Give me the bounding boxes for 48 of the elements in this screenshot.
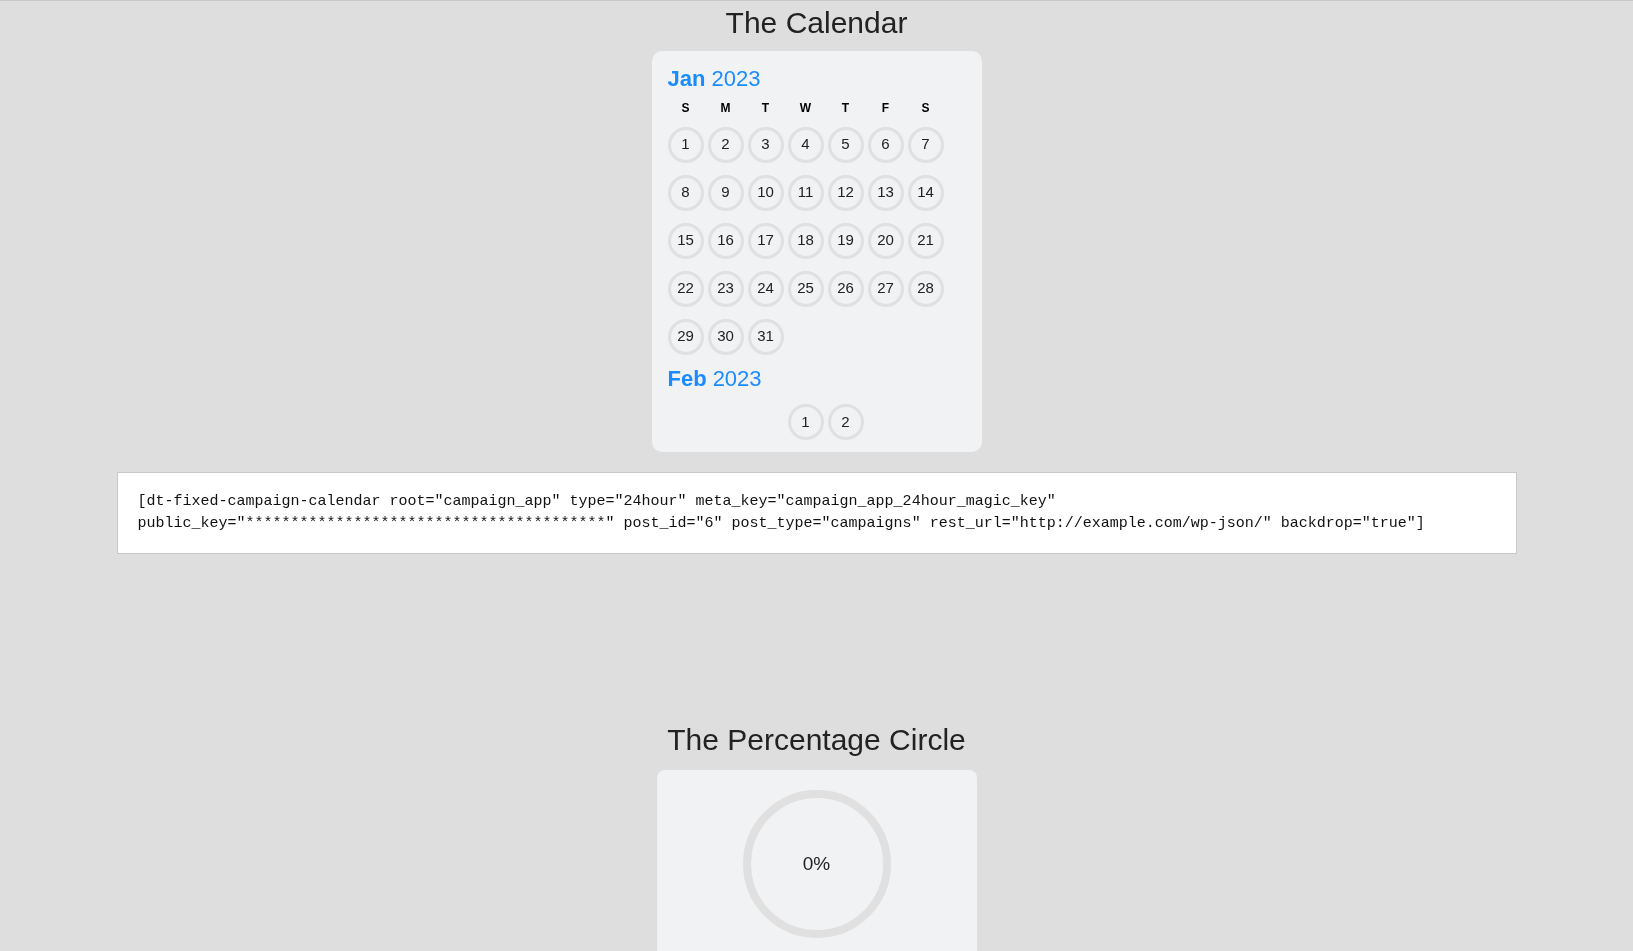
calendar-day[interactable]: 20 xyxy=(867,222,904,259)
calendar-day[interactable]: 23 xyxy=(707,270,744,307)
calendar-day[interactable]: 18 xyxy=(787,222,824,259)
calendar-day[interactable]: 12 xyxy=(827,174,864,211)
weekday-label: S xyxy=(680,99,691,117)
calendar-day[interactable]: 29 xyxy=(667,318,704,355)
calendar-day[interactable]: 2 xyxy=(827,404,864,440)
calendar-day[interactable]: 28 xyxy=(907,270,944,307)
shortcode-text: [dt-fixed-campaign-calendar root="campaign_app" type="24hour" meta_key="campaign_app_24hour_magic_key" public_key="****************************************" post_id="6" post_type="campaigns" rest_url="http://example.com/wp-json/" backdrop="true"] xyxy=(137,492,1426,534)
section-title: The Calendar xyxy=(725,5,908,41)
section-title: The Percentage Circle xyxy=(667,722,966,758)
calendar-day[interactable]: 22 xyxy=(667,270,704,307)
calendar-day[interactable]: 10 xyxy=(747,174,784,211)
calendar-day[interactable]: 31 xyxy=(747,318,784,355)
calendar-day[interactable]: 17 xyxy=(747,222,784,259)
calendar-day[interactable]: 21 xyxy=(907,222,944,259)
calendar-day[interactable]: 16 xyxy=(707,222,744,259)
calendar-day[interactable]: 26 xyxy=(827,270,864,307)
month-name: Jan xyxy=(667,65,706,93)
calendar-day[interactable]: 1 xyxy=(667,126,704,163)
calendar-day[interactable]: 19 xyxy=(827,222,864,259)
calendar-day[interactable]: 14 xyxy=(907,174,944,211)
calendar-day[interactable]: 8 xyxy=(667,174,704,211)
calendar-day[interactable]: 2 xyxy=(707,126,744,163)
calendar-day[interactable]: 25 xyxy=(787,270,824,307)
weekday-label: W xyxy=(798,99,813,117)
percentage-reading: 0% xyxy=(802,851,831,876)
month-name: Feb xyxy=(667,364,707,392)
month-year: 2023 xyxy=(712,364,762,392)
weekday-label: T xyxy=(760,99,771,117)
calendar-day[interactable]: 7 xyxy=(907,126,944,163)
calendar-day[interactable]: 9 xyxy=(707,174,744,211)
calendar-day[interactable]: 6 xyxy=(867,126,904,163)
calendar-day[interactable]: 24 xyxy=(747,270,784,307)
month-year: 2023 xyxy=(711,65,761,93)
calendar-day[interactable]: 27 xyxy=(867,270,904,307)
calendar-day[interactable]: 30 xyxy=(707,318,744,355)
weekday-label: F xyxy=(880,99,891,117)
weekday-label: T xyxy=(840,99,851,117)
weekday-label: S xyxy=(920,99,931,117)
calendar-day[interactable]: 13 xyxy=(867,174,904,211)
calendar-day[interactable]: 4 xyxy=(787,126,824,163)
calendar-day[interactable]: 1 xyxy=(787,404,824,440)
calendar-day[interactable]: 11 xyxy=(787,174,824,211)
weekday-label: M xyxy=(719,99,732,117)
calendar-day[interactable]: 15 xyxy=(667,222,704,259)
calendar-day[interactable]: 5 xyxy=(827,126,864,163)
calendar-day[interactable]: 3 xyxy=(747,126,784,163)
